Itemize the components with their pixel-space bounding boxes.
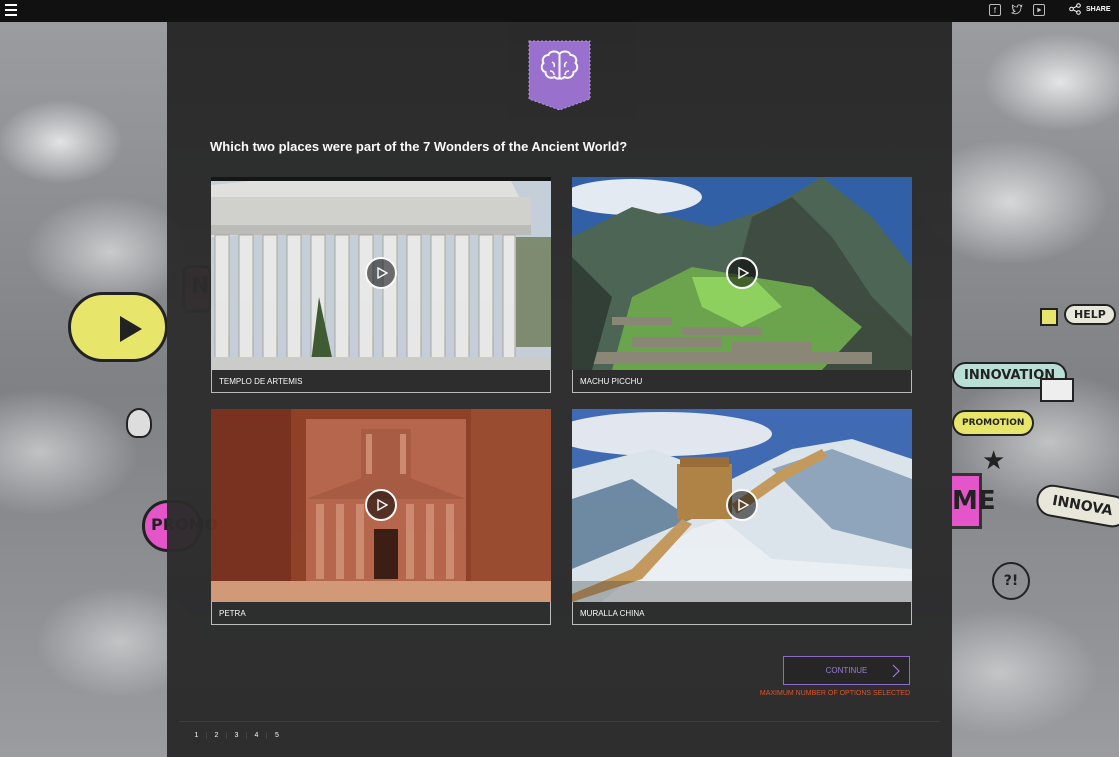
- promotion-doodle: PROMOTION: [952, 410, 1035, 436]
- option-petra[interactable]: PETRA: [211, 409, 551, 625]
- option-image-great-wall: [572, 409, 912, 602]
- play-icon[interactable]: [726, 257, 758, 289]
- option-label: MACHU PICCHU: [572, 369, 912, 393]
- question-text: Which two places were part of the 7 Wond…: [210, 139, 628, 154]
- question-bubble-icon: ?!: [992, 562, 1030, 600]
- chevron-right-icon: [892, 664, 900, 678]
- option-label: PETRA: [211, 601, 551, 625]
- page-link-4[interactable]: 4: [247, 732, 267, 739]
- play-icon[interactable]: [365, 257, 397, 289]
- share-label: SHARE: [1086, 5, 1111, 13]
- option-machu-picchu[interactable]: MACHU PICCHU: [572, 177, 912, 393]
- youtube-icon[interactable]: [1033, 4, 1045, 16]
- help-doodle-text: HELP: [1074, 308, 1106, 321]
- lightbulb-icon: [126, 408, 152, 438]
- star-icon: ★: [982, 446, 1006, 476]
- page-link-5[interactable]: 5: [267, 732, 287, 739]
- option-label: TEMPLO DE ARTEMIS: [211, 369, 551, 393]
- pagination: 1 2 3 4 5: [187, 732, 287, 739]
- max-options-warning: MAXIMUM NUMBER OF OPTIONS SELECTED: [759, 690, 910, 697]
- option-muralla-china[interactable]: MURALLA CHINA: [572, 409, 912, 625]
- twitter-icon[interactable]: [1011, 4, 1023, 16]
- envelope-icon: [1040, 378, 1074, 402]
- me-doodle: ME: [952, 473, 996, 529]
- me-doodle-text: ME: [952, 486, 996, 516]
- promotion-doodle-text: PROMOTION: [962, 418, 1025, 428]
- continue-button[interactable]: CONTINUE: [783, 656, 910, 685]
- option-label: MURALLA CHINA: [572, 601, 912, 625]
- option-templo-de-artemis[interactable]: TEMPLO DE ARTEMIS: [211, 177, 551, 393]
- hamburger-menu-icon[interactable]: [5, 4, 17, 16]
- continue-label: CONTINUE: [825, 666, 868, 675]
- share-button[interactable]: SHARE: [1069, 3, 1111, 15]
- brain-icon: [528, 40, 591, 111]
- option-image-machu-picchu: [572, 177, 912, 370]
- page-link-3[interactable]: 3: [227, 732, 247, 739]
- footer-divider: [179, 721, 940, 722]
- page-link-1[interactable]: 1: [187, 732, 207, 739]
- innova-doodle-text: INNOVA: [1051, 492, 1114, 520]
- play-icon[interactable]: [365, 489, 397, 521]
- option-image-petra: [211, 409, 551, 602]
- top-bar: f SHARE: [0, 0, 1119, 22]
- play-icon[interactable]: [726, 489, 758, 521]
- share-icon: [1069, 3, 1081, 15]
- checkbox-icon: [1040, 308, 1058, 326]
- option-image-temple: [211, 177, 551, 370]
- help-doodle: HELP: [1064, 304, 1116, 325]
- facebook-icon[interactable]: f: [989, 4, 1001, 16]
- quiz-panel: Which two places were part of the 7 Wond…: [167, 22, 952, 757]
- page-link-2[interactable]: 2: [207, 732, 227, 739]
- play-doodle: [68, 292, 168, 362]
- play-doodle-triangle-icon: [120, 316, 142, 342]
